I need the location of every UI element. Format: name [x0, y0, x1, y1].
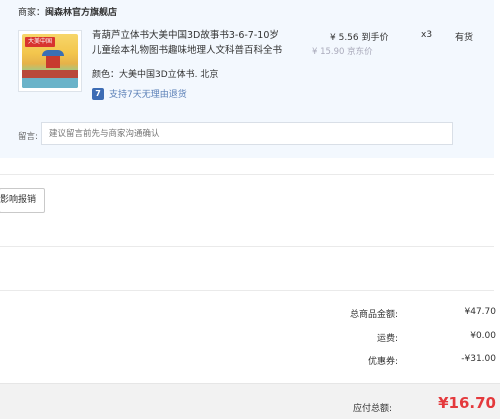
summary-shipping-row: 运费: ¥0.00 [300, 331, 500, 345]
discount-label: 优惠券: [367, 357, 398, 367]
merchant-label: 商家： [18, 8, 46, 18]
divider [0, 290, 494, 291]
divider [0, 246, 494, 247]
wall-illustration [22, 70, 78, 78]
stock-status: 有货 [455, 33, 474, 43]
product-title[interactable]: 青葫芦立体书大美中国3D故事书3-6-7-10岁儿童绘本礼物图书趣味地理人文科普… [92, 28, 288, 58]
thumb-banner-text: 大美中国 [25, 37, 55, 47]
return-policy[interactable]: 7 支持7天无理由退货 [92, 87, 187, 100]
order-panel: 商家：闽森林官方旗舰店 大美中国 青葫芦立体书大美中国3D故事书3-6-7-10… [0, 0, 494, 158]
divider [0, 174, 494, 175]
return-policy-icon: 7 [92, 87, 104, 100]
product-thumbnail[interactable]: 大美中国 [18, 30, 82, 92]
product-quantity: x3 [421, 30, 433, 40]
water-illustration [22, 78, 78, 88]
summary-discount-row: 优惠券: -¥31.00 [300, 354, 500, 368]
return-policy-text: 支持7天无理由退货 [109, 90, 187, 100]
invoice-button[interactable]: 影响报销 [0, 188, 45, 213]
price-now: ¥ 5.56 到手价 [330, 33, 389, 43]
summary-total-row: 总商品金额: ¥47.70 [300, 307, 500, 321]
shipping-label: 运费: [376, 334, 398, 344]
temple-illustration [42, 50, 64, 68]
price-original: ¥ 15.90 京东价 [312, 47, 373, 57]
discount-value: -¥31.00 [461, 354, 496, 364]
message-label: 留言: [18, 132, 38, 142]
product-spec: 颜色：大美中国3D立体书. 北京 [92, 70, 219, 80]
total-value: ¥47.70 [464, 307, 497, 317]
payment-label: 应付总额: [352, 404, 392, 414]
payment-bar: 应付总额: ¥16.70 [0, 383, 500, 419]
product-image: 大美中国 [22, 34, 78, 88]
merchant-name[interactable]: 闽森林官方旗舰店 [45, 8, 117, 18]
merchant-info: 商家：闽森林官方旗舰店 [18, 5, 117, 18]
total-label: 总商品金额: [349, 310, 398, 320]
message-input[interactable] [41, 122, 453, 145]
payment-total: ¥16.70 [438, 394, 496, 412]
shipping-value: ¥0.00 [470, 331, 496, 341]
